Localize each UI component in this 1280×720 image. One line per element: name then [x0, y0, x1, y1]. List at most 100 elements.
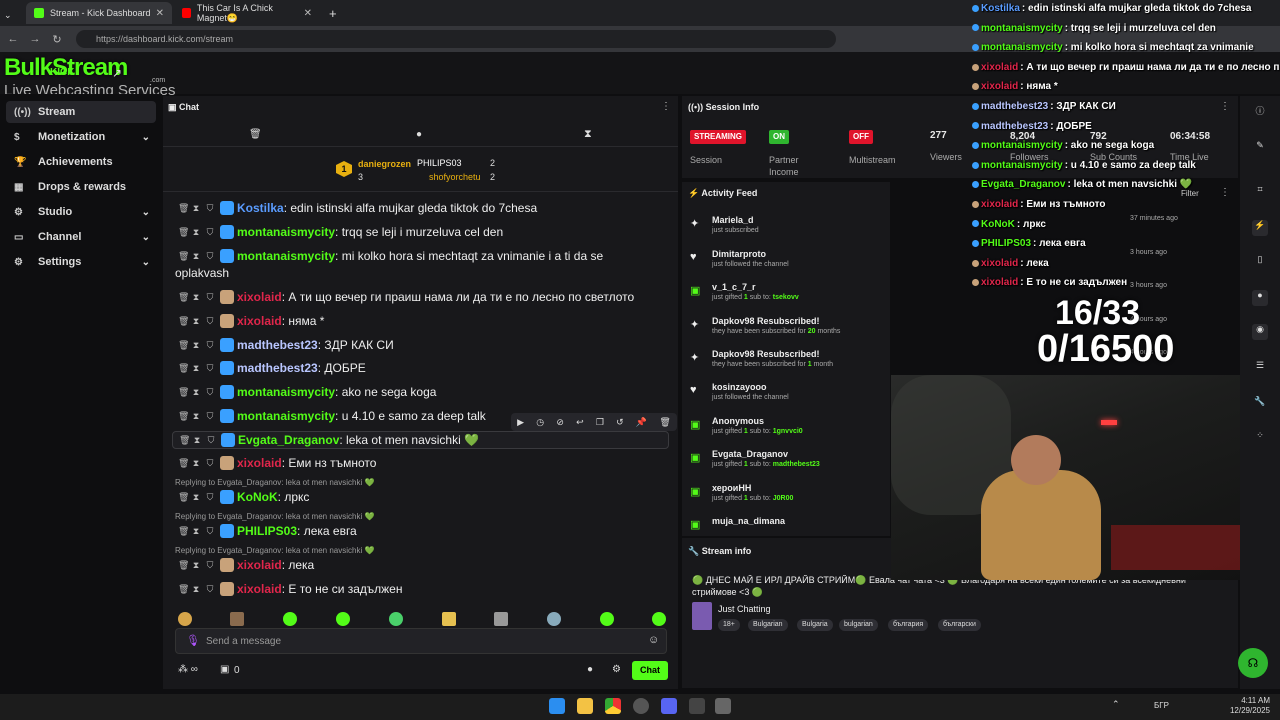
apps-icon[interactable]: ⁘	[1252, 430, 1268, 446]
hourglass-icon[interactable]: ⧗	[192, 340, 200, 351]
shield-icon[interactable]: ⛉	[206, 316, 214, 327]
chat-username[interactable]: montanaismycity	[237, 225, 335, 239]
url-field[interactable]: https://dashboard.kick.com/stream	[76, 30, 836, 48]
trash-icon[interactable]: 🗑	[178, 492, 189, 503]
tab-kick-dashboard[interactable]: Stream - Kick Dashboard ✕	[26, 2, 172, 24]
chat-message[interactable]: 🗑 ⧗ ⛉ montanaismycity: u 4.10 e samo za dee…	[178, 407, 486, 425]
obs-icon[interactable]	[633, 698, 649, 714]
chat-message[interactable]: 🗑 ⧗ ⛉ xixolaid: Е то не си задължен	[178, 580, 402, 598]
trash-icon[interactable]: 🗑	[178, 292, 189, 303]
chat-message[interactable]: 🗑 ⧗ ⛉ PHILIPS03: лека евга	[178, 522, 357, 540]
hourglass-icon[interactable]: ⧗	[193, 435, 201, 446]
shield-icon[interactable]: ⛉	[206, 584, 214, 595]
hourglass-icon[interactable]: ⧗	[192, 584, 200, 595]
hourglass-icon[interactable]: ⧗	[192, 458, 200, 469]
shield-icon[interactable]: ⛉	[206, 340, 214, 351]
close-tab-icon[interactable]: ✕	[156, 8, 164, 19]
trash-icon[interactable]: 🗑	[178, 458, 189, 469]
tab-youtube[interactable]: This Car Is A Chick Magnet😁 ✕	[174, 2, 320, 24]
trash-icon[interactable]: 🗑	[178, 340, 189, 351]
stream-tag[interactable]: Bulgarian	[748, 619, 788, 631]
chat-username[interactable]: montanaismycity	[237, 385, 335, 399]
reload-icon[interactable]: ↻	[46, 33, 68, 46]
shield-icon[interactable]: ⛉	[206, 526, 214, 537]
hourglass-icon[interactable]: ⧗	[192, 526, 200, 537]
hourglass-icon[interactable]: ⧗	[192, 560, 200, 571]
chat-username[interactable]: KoNoK	[237, 490, 278, 504]
hide-icon[interactable]: ⊘	[556, 417, 564, 428]
hourglass-icon[interactable]: ⧗	[192, 203, 200, 214]
shield-icon[interactable]: ⛉	[206, 203, 214, 214]
chrome-icon[interactable]	[605, 698, 621, 714]
shield-icon[interactable]: ⛉	[206, 560, 214, 571]
shield-icon[interactable]: ⛉	[206, 227, 214, 238]
emote[interactable]	[442, 612, 456, 626]
shield-icon[interactable]: ⛉	[206, 251, 214, 262]
tool-icon[interactable]: 🔧	[1252, 396, 1268, 412]
clip-icon[interactable]: ▯	[1252, 254, 1268, 270]
more-icon[interactable]: ⋮	[1220, 101, 1230, 112]
shield-icon[interactable]: ⛉	[206, 492, 214, 503]
chat-username[interactable]: Evgata_Draganov	[238, 433, 339, 447]
settings-icon[interactable]	[715, 698, 731, 714]
chat-message[interactable]: 🗑 ⧗ ⛉ KoNoK: лркс	[178, 488, 309, 506]
hourglass-icon[interactable]: ⧗	[192, 227, 200, 238]
chat-username[interactable]: xixolaid	[237, 582, 282, 596]
file-explorer-icon[interactable]	[577, 698, 593, 714]
stream-tag[interactable]: български	[938, 619, 981, 631]
points-icon[interactable]: ⁂ ∞	[178, 664, 198, 675]
chat-message[interactable]: 🗑 ⧗ ⛉ xixolaid: А ти що вечер ги праиш нама…	[178, 288, 634, 306]
emote[interactable]	[283, 612, 297, 626]
chat-username[interactable]: xixolaid	[237, 314, 282, 328]
info-icon[interactable]: ⓘ	[1252, 104, 1268, 120]
hourglass-icon[interactable]: ⧗	[192, 387, 200, 398]
chat-username[interactable]: PHILIPS03	[237, 524, 297, 538]
hourglass-icon[interactable]: ⧗	[584, 128, 592, 141]
hourglass-icon[interactable]: ⧗	[192, 292, 200, 303]
chat-message[interactable]: 🗑 ⧗ ⛉ xixolaid: няма *	[178, 312, 324, 330]
trash-icon[interactable]: 🗑	[179, 435, 190, 446]
sidebar-item-channel[interactable]: ▭ Channel ⌄	[6, 226, 156, 248]
sidebar-item-monetization[interactable]: $ Monetization ⌄	[6, 126, 156, 148]
trash-icon[interactable]: 🗑	[249, 129, 262, 140]
chat-username[interactable]: madthebest23	[237, 361, 318, 375]
windows-start-icon[interactable]	[549, 698, 565, 714]
shield-icon[interactable]: ⛉	[206, 411, 214, 422]
trash-icon[interactable]: 🗑	[659, 417, 670, 428]
trash-icon[interactable]: 🗑	[178, 316, 189, 327]
tab-list-button[interactable]: ⌄	[4, 4, 22, 26]
stream-tag[interactable]: Bulgaria	[797, 619, 833, 631]
broadcast-icon[interactable]: ◉	[1252, 324, 1268, 340]
sidebar-item-studio[interactable]: ⚙ Studio ⌄	[6, 201, 156, 223]
hourglass-icon[interactable]: ⧗	[192, 251, 200, 262]
chat-bubble-icon[interactable]: ●	[416, 129, 422, 140]
play-icon[interactable]: ▶	[517, 417, 524, 428]
trash-icon[interactable]: 🗑	[178, 363, 189, 374]
chat-message[interactable]: 🗑 ⧗ ⛉ xixolaid: Еми нз тъмното	[178, 454, 376, 472]
discord-icon[interactable]	[661, 698, 677, 714]
undo-icon[interactable]: ↺	[616, 417, 624, 428]
emote[interactable]	[494, 612, 508, 626]
emote[interactable]	[547, 612, 561, 626]
emote[interactable]	[600, 612, 614, 626]
forward-icon[interactable]: →	[24, 33, 46, 45]
chat-username[interactable]: xixolaid	[237, 456, 282, 470]
chat-bubble-icon[interactable]: ●	[587, 664, 593, 675]
tray-chevron-icon[interactable]: ⌃	[1112, 699, 1120, 710]
chat-input[interactable]: 🎙 Send a message ☺	[175, 628, 667, 654]
emote[interactable]	[652, 612, 666, 626]
new-tab-button[interactable]: +	[324, 2, 344, 24]
chat-username[interactable]: montanaismycity	[237, 409, 335, 423]
trash-icon[interactable]: 🗑	[178, 227, 189, 238]
chat-message[interactable]: 🗑 ⧗ ⛉ Evgata_Draganov: leka ot men navsichk…	[172, 431, 669, 449]
chat-username[interactable]: montanaismycity	[237, 249, 335, 263]
emoji-icon[interactable]: ☺	[648, 634, 659, 646]
hourglass-icon[interactable]: ⧗	[192, 316, 200, 327]
terminal-icon[interactable]	[689, 698, 705, 714]
more-icon[interactable]: ⋮	[1220, 187, 1230, 198]
gear-icon[interactable]: ⚙	[612, 664, 621, 675]
shield-icon[interactable]: ⛉	[207, 435, 215, 446]
chat-message[interactable]: 🗑 ⧗ ⛉ montanaismycity: trqq se leji i murze…	[178, 223, 503, 241]
hourglass-icon[interactable]: ⧗	[192, 363, 200, 374]
trash-icon[interactable]: 🗑	[178, 203, 189, 214]
